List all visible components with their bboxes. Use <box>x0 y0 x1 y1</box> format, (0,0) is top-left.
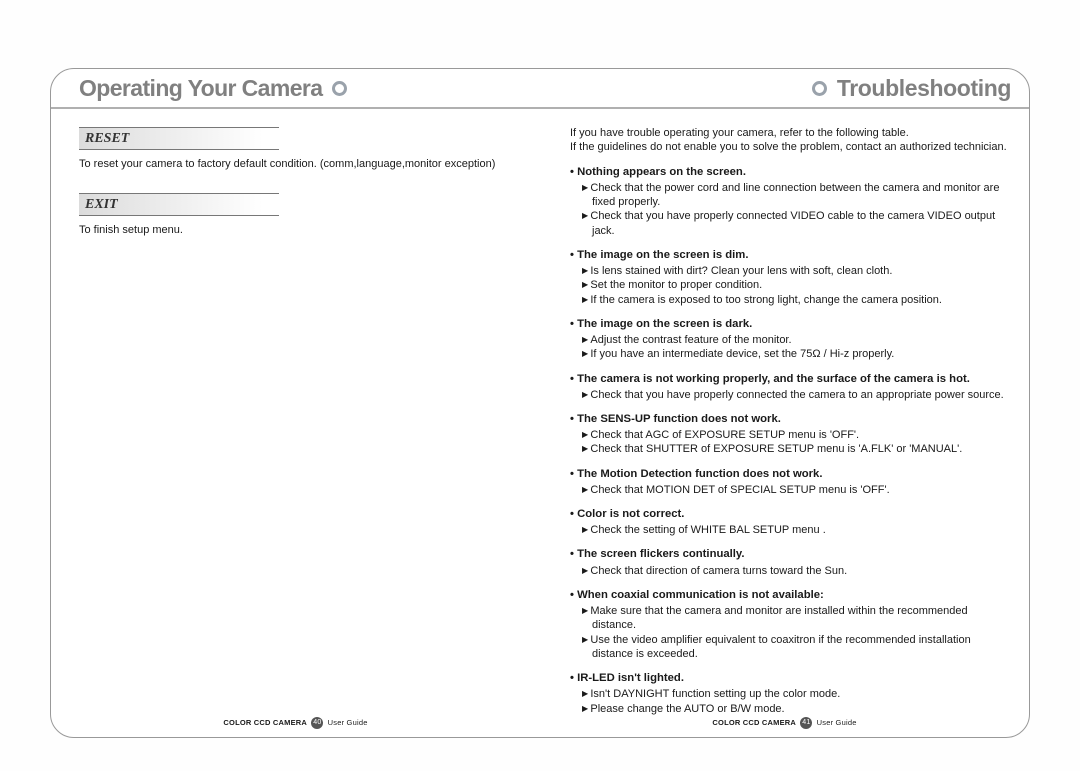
header-left-title: Operating Your Camera <box>79 75 322 102</box>
issue-step: If you have an intermediate device, set … <box>570 347 1007 361</box>
issue-title: Nothing appears on the screen. <box>570 165 1007 179</box>
intro-text: If you have trouble operating your camer… <box>570 127 1007 155</box>
circle-icon <box>332 81 347 96</box>
header-right-title: Troubleshooting <box>837 75 1011 102</box>
issue-step: Check that direction of camera turns tow… <box>570 564 1007 578</box>
issue-step: Check that you have properly connected t… <box>570 388 1007 402</box>
header-right: Troubleshooting <box>812 75 1011 102</box>
right-page: If you have trouble operating your camer… <box>540 109 1029 737</box>
issue-item: The camera is not working properly, and … <box>570 372 1007 402</box>
issue-title: The image on the screen is dim. <box>570 248 1007 262</box>
page-number-badge: 41 <box>800 717 812 729</box>
intro-line-2: If the guidelines do not enable you to s… <box>570 141 1007 155</box>
page-number-badge: 40 <box>311 717 323 729</box>
header-left: Operating Your Camera <box>79 75 812 102</box>
issue-step: Adjust the contrast feature of the monit… <box>570 333 1007 347</box>
issue-step: If the camera is exposed to too strong l… <box>570 293 1007 307</box>
issue-item: The SENS-UP function does not work. Check… <box>570 412 1007 457</box>
section-body-reset: To reset your camera to factory default … <box>79 158 522 172</box>
content-columns: RESET To reset your camera to factory de… <box>51 109 1029 737</box>
issue-title: The screen flickers continually. <box>570 547 1007 561</box>
issue-step: Please change the AUTO or B/W mode. <box>570 702 1007 716</box>
issue-item: Color is not correct. Check the setting o… <box>570 507 1007 537</box>
issue-title: The image on the screen is dark. <box>570 317 1007 331</box>
issue-step: Make sure that the camera and monitor ar… <box>570 604 1007 633</box>
footer-product: COLOR CCD CAMERA <box>223 718 307 727</box>
issue-title: Color is not correct. <box>570 507 1007 521</box>
section-header-reset: RESET <box>79 127 279 150</box>
troubleshooting-list: Nothing appears on the screen. Check that… <box>570 165 1007 716</box>
issue-step: Set the monitor to proper condition. <box>570 278 1007 292</box>
issue-step: Check that MOTION DET of SPECIAL SETUP m… <box>570 483 1007 497</box>
issue-step: Check that AGC of EXPOSURE SETUP menu is… <box>570 428 1007 442</box>
issue-step: Check that the power cord and line conne… <box>570 181 1007 210</box>
issue-step: Use the video amplifier equivalent to co… <box>570 633 1007 662</box>
intro-line-1: If you have trouble operating your camer… <box>570 127 1007 141</box>
footer-label: User Guide <box>328 718 368 727</box>
issue-step: Is lens stained with dirt? Clean your le… <box>570 264 1007 278</box>
footer-label: User Guide <box>817 718 857 727</box>
footer-product: COLOR CCD CAMERA <box>712 718 796 727</box>
issue-step: Check that you have properly connected V… <box>570 209 1007 238</box>
section-header-exit: EXIT <box>79 193 279 216</box>
circle-icon <box>812 81 827 96</box>
issue-step: Check that SHUTTER of EXPOSURE SETUP men… <box>570 442 1007 456</box>
right-footer: COLOR CCD CAMERA 41 User Guide <box>540 717 1029 729</box>
issue-item: The screen flickers continually. Check th… <box>570 547 1007 577</box>
issue-item: When coaxial communication is not availa… <box>570 588 1007 661</box>
issue-title: The camera is not working properly, and … <box>570 372 1007 386</box>
left-footer: COLOR CCD CAMERA 40 User Guide <box>51 717 540 729</box>
left-page: RESET To reset your camera to factory de… <box>51 109 540 737</box>
issue-item: The image on the screen is dark. Adjust t… <box>570 317 1007 362</box>
issue-item: The Motion Detection function does not w… <box>570 467 1007 497</box>
issue-item: The image on the screen is dim. Is lens s… <box>570 248 1007 307</box>
section-body-exit: To finish setup menu. <box>79 224 522 238</box>
issue-title: The SENS-UP function does not work. <box>570 412 1007 426</box>
issue-step: Check the setting of WHITE BAL SETUP men… <box>570 523 1007 537</box>
issue-step: Isn't DAYNIGHT function setting up the c… <box>570 687 1007 701</box>
page-header: Operating Your Camera Troubleshooting <box>51 69 1029 109</box>
issue-item: IR-LED isn't lighted. Isn't DAYNIGHT func… <box>570 671 1007 716</box>
issue-title: When coaxial communication is not availa… <box>570 588 1007 602</box>
issue-title: IR-LED isn't lighted. <box>570 671 1007 685</box>
issue-title: The Motion Detection function does not w… <box>570 467 1007 481</box>
manual-spread: Operating Your Camera Troubleshooting RE… <box>50 68 1030 738</box>
issue-item: Nothing appears on the screen. Check that… <box>570 165 1007 238</box>
